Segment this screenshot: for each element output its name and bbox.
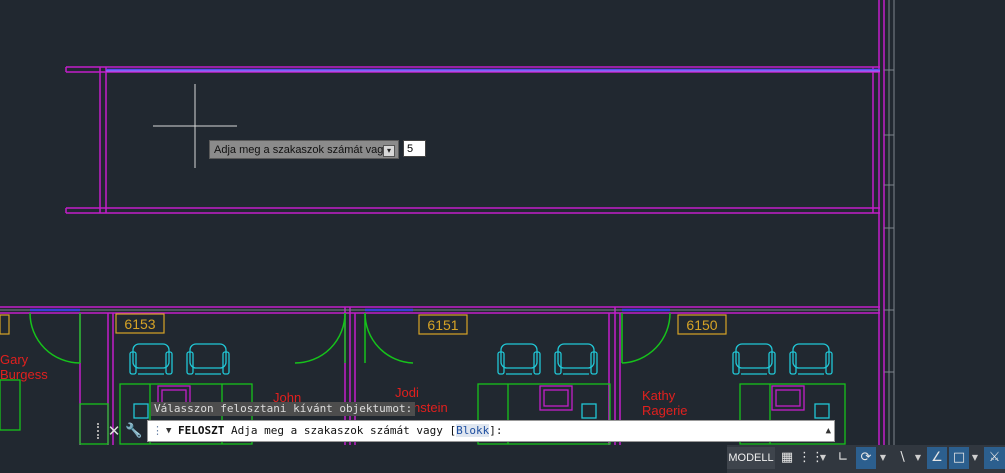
model-space-button[interactable]: MODELL	[727, 447, 775, 469]
grid-icon[interactable]: ▦	[778, 447, 796, 469]
polar-icon[interactable]: ⟳	[856, 447, 876, 469]
occupant-kathy-2: Ragerie	[642, 403, 688, 418]
segments-count-input[interactable]: 5	[403, 140, 426, 157]
command-prompt-after: ]:	[489, 424, 503, 437]
occupant-gary-burgess-1: Gary	[0, 352, 29, 367]
annotation-scale-icon[interactable]: ⚔	[984, 447, 1005, 469]
room-number-6150: 6150	[686, 317, 717, 333]
room-number-6151: 6151	[427, 317, 458, 333]
command-name: FELOSZT	[178, 424, 225, 437]
command-prefix-icon: ⋮	[152, 424, 163, 437]
command-option-blokk[interactable]: Blokk	[456, 424, 490, 437]
room-number-6153: 6153	[124, 316, 155, 332]
object-snap-icon[interactable]: □	[949, 447, 969, 469]
command-history-line: Válasszon felosztani kívánt objektumot:	[151, 402, 416, 416]
occupant-jodi-1: Jodi	[395, 385, 419, 400]
command-prompt-before: Adja meg a szakaszok számát vagy [	[224, 424, 457, 437]
occupant-gary-burgess-2: Burgess	[0, 367, 48, 382]
right-wall-grey	[884, 0, 895, 445]
room-tags	[0, 313, 727, 335]
ortho-icon[interactable]: ∟	[834, 447, 852, 469]
occupant-kathy-1: Kathy	[642, 388, 676, 403]
grip-handle-icon[interactable]	[97, 423, 105, 439]
corridor-walls[interactable]	[65, 66, 880, 214]
osnap-dropdown-icon[interactable]: ▼	[970, 447, 980, 469]
command-text: FELOSZT Adja meg a szakaszok számát vagy…	[178, 421, 503, 441]
dynamic-input-prompt: Adja meg a szakaszok számát vagy ▾	[209, 140, 399, 159]
osnap-tracking-icon[interactable]: ∖	[893, 447, 911, 469]
polar-dropdown-icon[interactable]: ▼	[878, 447, 888, 469]
snap-dropdown-icon[interactable]: ▼	[818, 447, 828, 469]
tracking-dropdown-icon[interactable]: ▼	[913, 447, 923, 469]
close-icon[interactable]: ✕	[107, 420, 121, 442]
snap-icon[interactable]: ⋮⋮	[798, 447, 824, 469]
wrench-icon[interactable]: 🔧	[125, 420, 142, 442]
recent-commands-icon[interactable]: ▼	[166, 421, 171, 441]
scroll-up-icon[interactable]: ▲	[826, 421, 831, 441]
command-line-bar: ✕ 🔧 ⋮ ▼ FELOSZT Adja meg a szakaszok szá…	[97, 420, 835, 442]
dynamic-input-prompt-text: Adja meg a szakaszok számát vagy	[214, 144, 389, 156]
lineweight-icon[interactable]: ∠	[927, 447, 947, 469]
arrow-down-icon[interactable]: ▾	[383, 145, 395, 157]
command-input[interactable]: ⋮ ▼ FELOSZT Adja meg a szakaszok számát …	[147, 420, 835, 442]
